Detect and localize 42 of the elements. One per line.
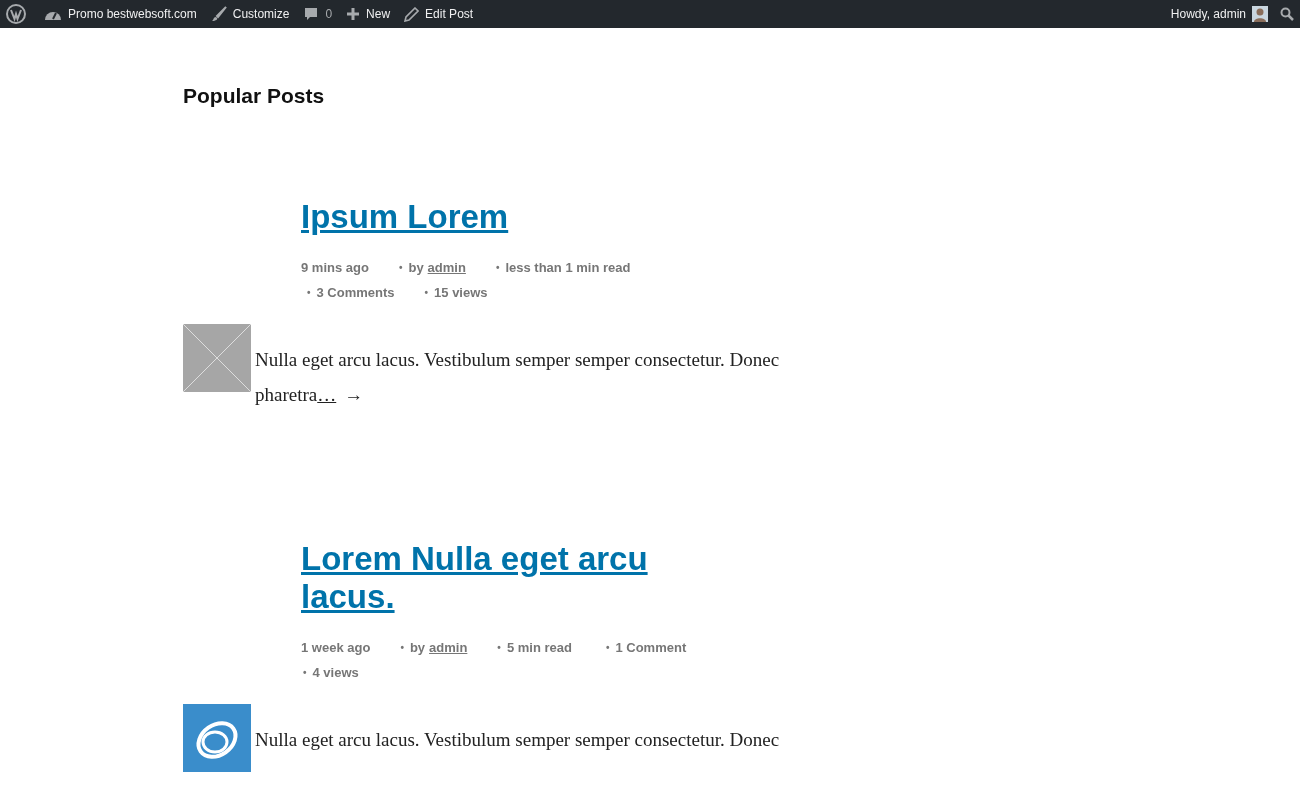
toolbar-link[interactable]: New	[346, 5, 391, 23]
bullet-separator: •	[604, 641, 611, 655]
wordpress-logo-icon[interactable]	[6, 4, 26, 24]
bullet-separator: •	[496, 641, 502, 655]
post-meta-text: by	[408, 259, 424, 277]
post-meta-text: 4 views	[312, 664, 359, 682]
bullet-separator: •	[399, 641, 405, 655]
rings-logo-icon	[183, 704, 251, 772]
pencil-icon	[404, 6, 420, 22]
bullet-separator: •	[494, 261, 501, 275]
post-meta-text: 5 min read	[506, 639, 572, 657]
read-more-link[interactable]: …	[317, 384, 337, 405]
search-icon[interactable]	[1280, 7, 1294, 21]
speech-bubble-icon	[303, 6, 320, 22]
post-meta-text: 1 Comment	[615, 639, 687, 657]
account-menu[interactable]: Howdy, admin	[1170, 5, 1268, 23]
arrow-icon: →	[344, 384, 364, 405]
post-meta-text: 9 mins ago	[301, 259, 369, 277]
author-link[interactable]: admin	[427, 258, 466, 277]
plus-icon	[346, 7, 361, 21]
post-meta-text: 3 Comments	[316, 284, 395, 302]
bullet-separator: •	[423, 286, 430, 300]
post-title-link[interactable]: Ipsum Lorem	[301, 198, 661, 236]
avatar-icon	[1252, 6, 1268, 22]
post-meta-text: 15 views	[434, 284, 488, 302]
widget-title: Popular Posts	[183, 83, 326, 109]
bullet-separator: •	[302, 666, 308, 680]
image-placeholder-icon	[183, 324, 251, 392]
author-link[interactable]: admin	[429, 638, 468, 657]
toolbar-link[interactable]: Customize	[210, 5, 290, 23]
post-meta-text: by	[409, 639, 426, 657]
toolbar-link[interactable]: Edit Post	[404, 5, 474, 23]
post-excerpt: Nulla eget arcu lacus. Vestibulum semper semper consectetur. Donec pharetra… →	[254, 348, 781, 407]
post-title-link[interactable]: Lorem Nulla eget arcu lacus.	[301, 540, 661, 616]
post-meta-text: less than 1 min read	[505, 259, 631, 277]
toolbar-link[interactable]: Promo bestwebsoft.com	[44, 5, 197, 23]
post-meta-text: 1 week ago	[301, 639, 371, 657]
post-excerpt: Nulla eget arcu lacus. Vestibulum semper semper consectetur. Donec	[254, 728, 780, 752]
toolbar-link[interactable]: 0	[303, 5, 333, 23]
bullet-separator: •	[306, 286, 312, 300]
bullet-separator: •	[397, 261, 404, 275]
brush-icon	[210, 6, 227, 22]
